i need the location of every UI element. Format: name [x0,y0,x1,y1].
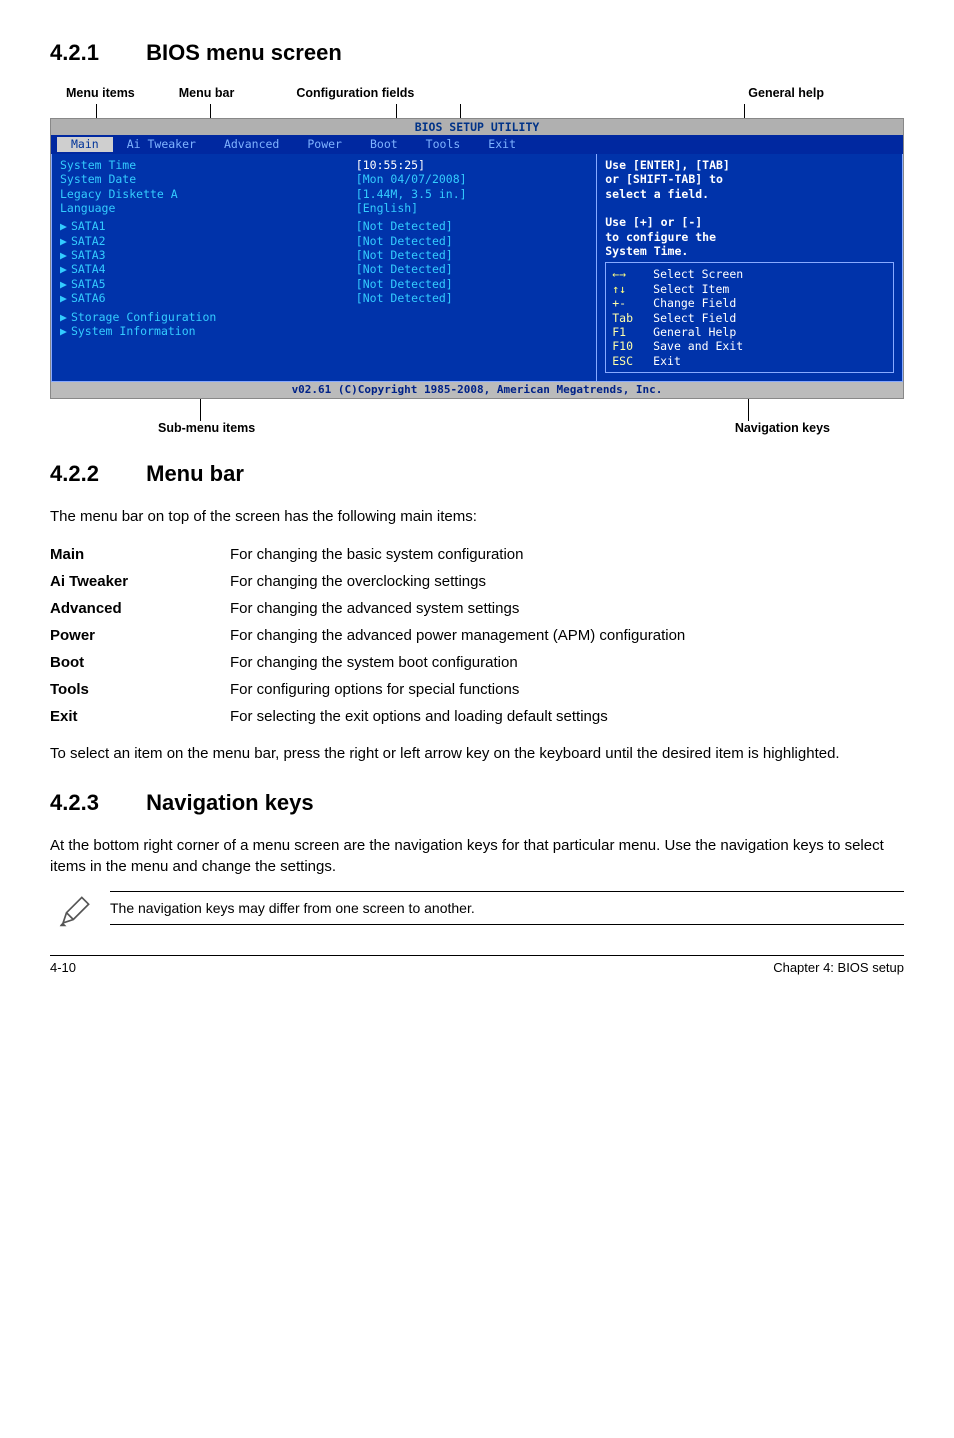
label-config-fields: Configuration fields [296,86,414,100]
table-row: Ai TweakerFor changing the overclocking … [50,568,904,595]
bios-tab-main[interactable]: Main [57,137,113,151]
submenu-arrow-icon: ▶ [60,262,67,276]
bios-row-sata[interactable]: ▶SATA3[Not Detected] [60,248,588,262]
submenu-arrow-icon: ▶ [60,248,67,262]
submenu-arrow-icon: ▶ [60,277,67,291]
navkeys-text: At the bottom right corner of a menu scr… [50,836,904,877]
table-row: BootFor changing the system boot configu… [50,649,904,676]
label-nav-keys: Navigation keys [735,421,830,435]
bios-tab-tools[interactable]: Tools [412,137,475,151]
table-row: AdvancedFor changing the advanced system… [50,595,904,622]
footer-left: 4-10 [50,960,76,975]
table-row: ExitFor selecting the exit options and l… [50,703,904,730]
bios-row[interactable]: Legacy Diskette A[1.44M, 3.5 in.] [60,187,588,201]
bios-row-sata[interactable]: ▶SATA4[Not Detected] [60,262,588,276]
note-box: The navigation keys may differ from one … [110,891,904,925]
bios-row-sata[interactable]: ▶SATA1[Not Detected] [60,219,588,233]
table-row: MainFor changing the basic system config… [50,541,904,568]
table-row: ToolsFor configuring options for special… [50,676,904,703]
section-title-1: BIOS menu screen [146,40,342,65]
section-num-1: 4.2.1 [50,40,140,66]
bios-title: BIOS SETUP UTILITY [51,119,903,135]
bios-nav-keys: ←→ Select Screen ↑↓ Select Item +- Chang… [605,262,894,373]
bios-row-sata[interactable]: ▶SATA5[Not Detected] [60,277,588,291]
submenu-arrow-icon: ▶ [60,234,67,248]
bios-row[interactable]: System Date[Mon 04/07/2008] [60,172,588,186]
note-text: The navigation keys may differ from one … [110,900,475,916]
bios-row[interactable]: System Time[10:55:25] [60,158,588,172]
submenu-arrow-icon: ▶ [60,324,67,338]
bios-tab-advanced[interactable]: Advanced [210,137,293,151]
section-heading-3: 4.2.3 Navigation keys [50,790,904,816]
section-heading-1: 4.2.1 BIOS menu screen [50,40,904,66]
bios-footer: v02.61 (C)Copyright 1985-2008, American … [51,382,903,398]
bios-tab-exit[interactable]: Exit [474,137,530,151]
footer-right: Chapter 4: BIOS setup [773,960,904,975]
bottom-labels-row: Sub-menu items Navigation keys [50,421,904,435]
bios-row[interactable]: Language[English] [60,201,588,215]
bios-left-pane: System Time[10:55:25] System Date[Mon 04… [51,154,597,382]
pencil-note-icon [58,894,92,928]
menubar-outro: To select an item on the menu bar, press… [50,744,904,764]
bios-row-submenu[interactable]: ▶System Information [60,324,588,338]
bios-tab-boot[interactable]: Boot [356,137,412,151]
bios-tab-aitweaker[interactable]: Ai Tweaker [113,137,210,151]
section-title-2: Menu bar [146,461,244,486]
bios-row-sata[interactable]: ▶SATA6[Not Detected] [60,291,588,305]
section-num-2: 4.2.2 [50,461,140,487]
label-menu-items: Menu items [66,86,135,100]
bios-screenshot: BIOS SETUP UTILITY Main Ai Tweaker Advan… [50,118,904,399]
menubar-intro: The menu bar on top of the screen has th… [50,507,904,527]
top-labels-row: Menu items Menu bar Configuration fields… [50,86,904,100]
submenu-arrow-icon: ▶ [60,291,67,305]
page-footer: 4-10 Chapter 4: BIOS setup [50,955,904,975]
section-title-3: Navigation keys [146,790,314,815]
bios-row-submenu[interactable]: ▶Storage Configuration [60,310,588,324]
table-row: PowerFor changing the advanced power man… [50,622,904,649]
bios-row-sata[interactable]: ▶SATA2[Not Detected] [60,234,588,248]
bios-tab-power[interactable]: Power [293,137,356,151]
label-menu-bar: Menu bar [179,86,235,100]
submenu-arrow-icon: ▶ [60,219,67,233]
submenu-arrow-icon: ▶ [60,310,67,324]
label-sub-menu: Sub-menu items [158,421,255,435]
definitions-table: MainFor changing the basic system config… [50,541,904,730]
section-num-3: 4.2.3 [50,790,140,816]
bios-menubar: Main Ai Tweaker Advanced Power Boot Tool… [51,135,903,153]
section-heading-2: 4.2.2 Menu bar [50,461,904,487]
label-general-help: General help [748,86,824,100]
bios-help-text: Use [ENTER], [TAB] or [SHIFT-TAB] to sel… [605,158,894,259]
top-connectors [60,104,894,118]
arrow-ud-icon: ↑↓ [612,282,646,296]
bottom-connectors [60,399,894,421]
arrow-lr-icon: ←→ [612,267,646,281]
